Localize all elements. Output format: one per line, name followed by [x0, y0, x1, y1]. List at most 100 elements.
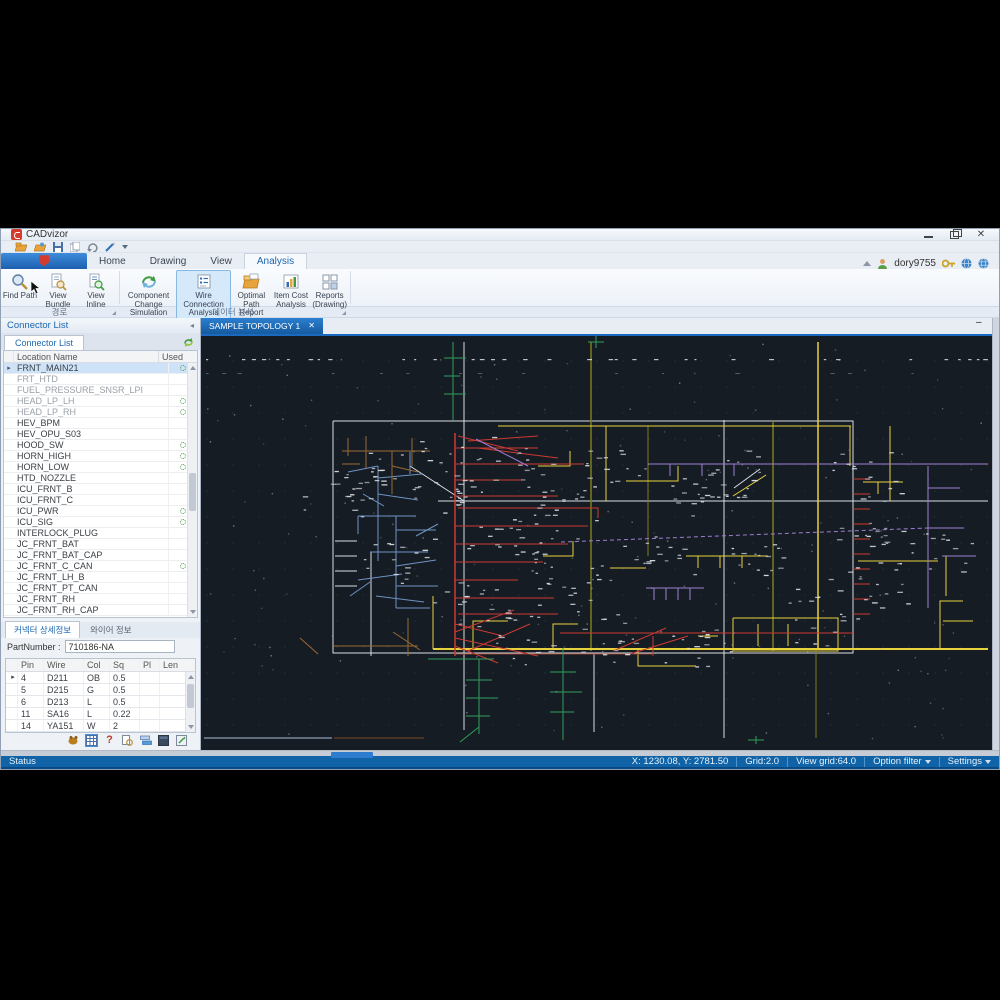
key-icon[interactable] — [942, 259, 955, 268]
close-icon[interactable]: ✕ — [975, 229, 987, 240]
col-location-name[interactable]: Location Name — [14, 350, 159, 362]
open-icon[interactable] — [15, 242, 27, 252]
connector-row-HTD_NOZZLE[interactable]: HTD_NOZZLE — [4, 472, 197, 484]
import-icon[interactable] — [34, 242, 46, 252]
connector-row-FUEL_PRESSURE_SNSR_LPI[interactable]: FUEL_PRESSURE_SNSR_LPI — [4, 384, 197, 396]
part-number-field[interactable] — [64, 640, 175, 654]
connector-row-HEV_OPU_S03[interactable]: HEV_OPU_S03 — [4, 428, 197, 440]
tab-drawing[interactable]: Drawing — [138, 254, 199, 269]
connector-row-JC_FRNT_RH_CAP[interactable]: JC_FRNT_RH_CAP — [4, 604, 197, 616]
undo-icon[interactable] — [87, 242, 98, 252]
pin-scrollbar[interactable] — [185, 671, 195, 732]
status-text: Status — [9, 756, 36, 767]
col-pin[interactable]: Pin — [18, 658, 44, 671]
settings-button[interactable]: Settings — [948, 756, 991, 767]
pin-row-4[interactable]: ▸ 4 D211 OB 0.5 — [6, 671, 195, 684]
view-inline-button[interactable]: View Inline — [77, 270, 115, 311]
document-tab[interactable]: SAMPLE TOPOLOGY 1 ✕ — [201, 317, 323, 334]
connector-row-JC_FRNT_LH_B[interactable]: JC_FRNT_LH_B — [4, 571, 197, 583]
pen-icon[interactable] — [105, 241, 115, 252]
scroll-down-icon[interactable] — [188, 724, 194, 729]
help-question-icon[interactable]: ? — [103, 734, 116, 747]
connector-row-HEAD_LP_RH[interactable]: HEAD_LP_RH — [4, 406, 197, 418]
connector-row-INTERLOCK_PLUG[interactable]: INTERLOCK_PLUG — [4, 527, 197, 539]
connector-list-tab[interactable]: Connector List — [4, 334, 85, 350]
connector-row-HORN_LOW[interactable]: HORN_LOW — [4, 461, 197, 473]
row-marker: ▸ — [7, 364, 11, 372]
option-filter-button[interactable]: Option filter — [873, 756, 931, 767]
connector-table: Location Name Used ▸ FRNT_MAIN21 FRT_HTD FU… — [3, 349, 198, 618]
zoom-doc-icon[interactable] — [121, 734, 134, 747]
connector-row-HEAD_LP_LH[interactable]: HEAD_LP_LH — [4, 395, 197, 407]
col-len[interactable]: Len — [160, 659, 195, 671]
tab-connector-detail[interactable]: 커넥터 상세정보 — [5, 620, 81, 638]
row-marker — [4, 429, 14, 439]
dialog-launcher-icon[interactable] — [112, 310, 116, 315]
tab-view[interactable]: View — [198, 254, 244, 269]
connector-row-JC_FRNT_PT_CAN[interactable]: JC_FRNT_PT_CAN — [4, 582, 197, 594]
connector-scrollbar[interactable] — [187, 362, 197, 617]
scroll-thumb[interactable] — [187, 683, 194, 708]
drawing-canvas[interactable] — [201, 335, 992, 750]
reports-drawing-button[interactable]: Reports (Drawing) — [310, 270, 349, 311]
connector-row-HOOD_SW[interactable]: HOOD_SW — [4, 439, 197, 451]
scroll-up-icon[interactable] — [190, 365, 196, 370]
connector-row-FRT_HTD[interactable]: FRT_HTD — [4, 373, 197, 385]
pin-cell: D215 — [44, 683, 84, 695]
connector-row-JC_FRNT_RH[interactable]: JC_FRNT_RH — [4, 593, 197, 605]
horizontal-scrollbar[interactable] — [1, 749, 999, 758]
row-marker — [6, 719, 18, 731]
connector-row-JC_FRNT_BAT[interactable]: JC_FRNT_BAT — [4, 538, 197, 550]
connector-row-ICU_SIG[interactable]: ICU_SIG — [4, 516, 197, 528]
about-globe-icon[interactable] — [978, 257, 989, 269]
window-view-icon[interactable] — [157, 734, 170, 747]
export-icon[interactable] — [175, 734, 188, 747]
app-window: CADvizor ✕ Home Drawing View Analysis do… — [0, 228, 1000, 770]
pin-row-5[interactable]: 5 D215 G 0.5 — [6, 683, 195, 696]
col-sq[interactable]: Sq — [110, 658, 140, 671]
save-icon[interactable] — [53, 241, 63, 252]
tab-wire-info[interactable]: 와이어 정보 — [82, 622, 139, 638]
connector-row-HEV_BPM[interactable]: HEV_BPM — [4, 417, 197, 429]
scroll-up-icon[interactable] — [188, 674, 194, 679]
connector-row-ICU_FRNT_C[interactable]: ICU_FRNT_C — [4, 494, 197, 506]
col-pl[interactable]: Pl — [140, 658, 160, 671]
connector-row-ICU_PWR[interactable]: ICU_PWR — [4, 505, 197, 517]
component-tool-icon[interactable] — [67, 734, 80, 747]
pane-minimize-icon[interactable]: – — [976, 317, 984, 328]
hscroll-thumb[interactable] — [331, 751, 373, 758]
group-caption-path: 경로 — [1, 307, 118, 317]
help-globe-icon[interactable] — [961, 257, 972, 269]
app-menu-button[interactable] — [1, 252, 87, 269]
copy-icon[interactable] — [70, 241, 80, 252]
tab-analysis[interactable]: Analysis — [243, 252, 308, 269]
pin-row-11[interactable]: 11 SA16 L 0.22 — [6, 707, 195, 720]
minimize-icon[interactable] — [923, 230, 935, 240]
connector-row-ICU_FRNT_B[interactable]: ICU_FRNT_B — [4, 483, 197, 495]
tab-home[interactable]: Home — [87, 254, 138, 269]
refresh-icon[interactable] — [183, 337, 194, 348]
connector-row-JC_FRNT_C_CAN[interactable]: JC_FRNT_C_CAN — [4, 560, 197, 572]
scroll-down-icon[interactable] — [190, 609, 196, 614]
item-cost-analysis-button[interactable]: Item Cost Analysis — [272, 270, 311, 311]
pin-row-6[interactable]: 6 D213 L 0.5 — [6, 695, 195, 708]
connector-row-HORN_HIGH[interactable]: HORN_HIGH — [4, 450, 197, 462]
tab-close-icon[interactable]: ✕ — [308, 321, 315, 330]
view-bundle-button[interactable]: View Bundle — [39, 270, 77, 311]
restore-icon[interactable] — [949, 228, 962, 240]
col-col[interactable]: Col — [84, 658, 110, 671]
scroll-thumb[interactable] — [189, 472, 196, 511]
ribbon-collapse-icon[interactable] — [863, 260, 872, 266]
find-path-button[interactable]: Find Path — [1, 270, 39, 302]
qat-more-caret-icon[interactable] — [122, 244, 128, 249]
dock-arrow-icon[interactable]: ◂ — [190, 321, 194, 330]
grid-view-icon[interactable] — [85, 733, 98, 747]
connector-row-FRNT_MAIN21[interactable]: ▸ FRNT_MAIN21 — [4, 362, 197, 374]
dialog-launcher-icon-2[interactable] — [342, 310, 346, 315]
pin-row-14[interactable]: 14 YA151 W 2 — [6, 719, 195, 732]
col-used[interactable]: Used — [159, 351, 197, 362]
layers-icon[interactable] — [139, 734, 152, 747]
connector-row-JC_FRNT_BAT_CAP[interactable]: JC_FRNT_BAT_CAP — [4, 549, 197, 561]
connector-panel-tabs: Connector List — [1, 332, 200, 350]
col-wire[interactable]: Wire — [44, 658, 84, 671]
